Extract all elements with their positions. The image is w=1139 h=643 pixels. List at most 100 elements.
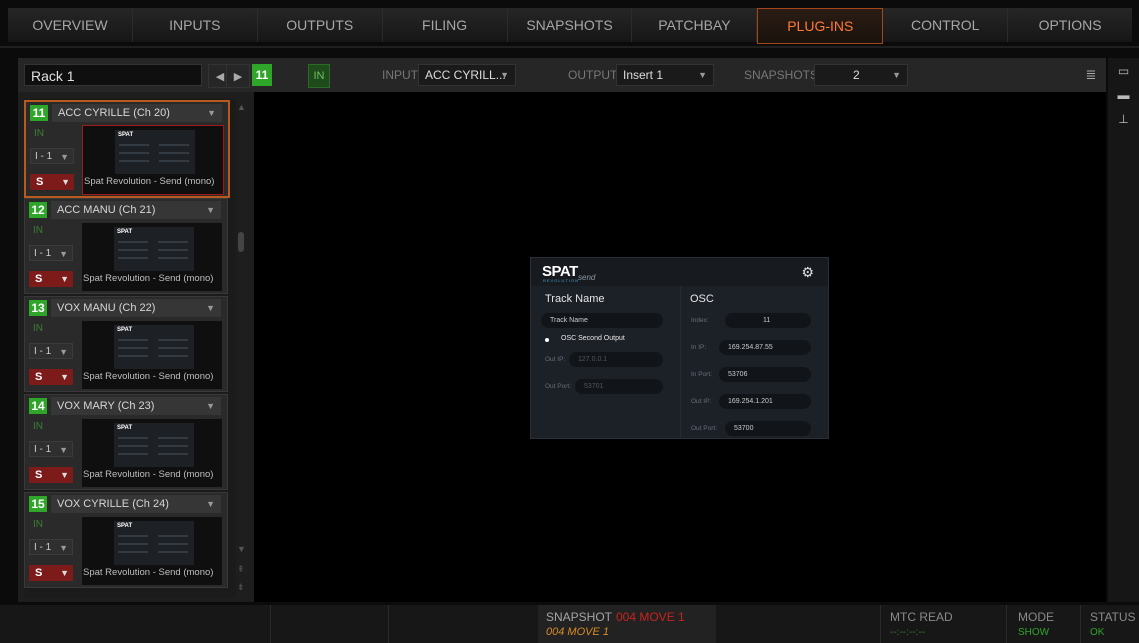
thumbnail-preview: SPAT [115,130,195,174]
snapshot-status[interactable]: SNAPSHOT 004 MOVE 1 004 MOVE 1 [538,605,716,643]
chevron-down-icon: ▼ [61,177,70,187]
tab-inputs[interactable]: INPUTS [132,8,258,42]
chevron-down-icon: ▼ [698,70,707,80]
out-port-label: Out Port: [691,425,718,432]
list-view-icon[interactable]: ≣ [1084,64,1098,86]
thumbnail-preview: SPAT [114,521,194,565]
slot-channel-name: ACC CYRILLE (Ch 20) [58,107,170,119]
plugin-slot[interactable]: 11 ACC CYRILLE (Ch 20) ▼ IN I - 1 ▼ S ▼ SPA… [24,100,230,198]
chevron-down-icon: ▼ [206,499,215,509]
folder-icon[interactable]: ▬ [1113,88,1135,106]
pin-icon[interactable]: ⊥ [1113,112,1135,130]
scroll-top-icon[interactable]: ⇞ [237,564,245,575]
next-slot-button[interactable]: ▶ [226,64,250,88]
chevron-down-icon: ▼ [59,347,68,357]
chevron-down-icon: ▼ [206,401,215,411]
slot-s-button[interactable]: S ▼ [30,174,74,190]
nav-divider [0,46,1139,48]
tab-control[interactable]: CONTROL [883,8,1009,42]
slot-io-select[interactable]: I - 1 ▼ [29,245,73,261]
plugin-name: Spat Revolution - Send (mono) [83,371,214,382]
slot-io-select[interactable]: I - 1 ▼ [29,441,73,457]
slot-s-button[interactable]: S ▼ [29,369,73,385]
chevron-down-icon: ▼ [207,108,216,118]
out-port-field[interactable]: 53700 [725,421,811,436]
left-out-port-field[interactable]: 53701 [575,379,663,394]
osc-heading: OSC [690,293,714,305]
snapshot-current: 004 MOVE 1 [616,610,685,624]
snapshots-select[interactable]: 2 ▼ [814,64,908,86]
output-select[interactable]: Insert 1 ▼ [616,64,714,86]
snapshots-label: SNAPSHOTS [744,68,819,82]
chevron-down-icon: ▼ [500,70,509,80]
slot-s-label: S [36,176,44,188]
gear-icon[interactable]: ⚙ [801,264,814,281]
column-divider [680,286,681,438]
slot-s-button[interactable]: S ▼ [29,565,73,581]
rack-toolbar: Rack 1 ◀ ▶ 11 IN INPUT ACC CYRILL... ▼ O… [18,58,1106,92]
mtc-value: --:--:--:-- [890,627,925,638]
slot-io-value: I - 1 [35,151,53,162]
chevron-down-icon: ▼ [60,470,69,480]
in-button[interactable]: IN [308,64,330,88]
slot-io-value: I - 1 [34,444,52,455]
slot-channel-select[interactable]: VOX CYRILLE (Ch 24) ▼ [51,495,221,513]
chevron-down-icon: ▼ [59,445,68,455]
thumbnail-logo: SPAT [117,425,133,431]
slot-channel-select[interactable]: ACC MANU (Ch 21) ▼ [51,201,221,219]
tab-options[interactable]: OPTIONS [1008,8,1133,42]
input-select[interactable]: ACC CYRILL... ▼ [418,64,516,86]
status-value: OK [1090,627,1105,638]
tab-plug-ins[interactable]: PLUG-INS [757,8,884,44]
slot-s-button[interactable]: S ▼ [29,467,73,483]
slot-channel-select[interactable]: VOX MARY (Ch 23) ▼ [51,397,221,415]
slot-in-button[interactable]: IN [33,225,43,236]
slot-io-select[interactable]: I - 1 ▼ [29,539,73,555]
plugin-slot[interactable]: 15 VOX CYRILLE (Ch 24) ▼ IN I - 1 ▼ S ▼ SPA… [24,492,228,588]
scroll-thumb[interactable] [238,232,244,252]
left-out-ip-field[interactable]: 127.0.0.1 [569,352,663,367]
chevron-down-icon: ▼ [60,152,69,162]
slot-in-button[interactable]: IN [34,128,44,139]
thumbnail-preview: SPAT [114,227,194,271]
slot-s-label: S [35,371,43,383]
slot-list-scrollbar[interactable]: ▲ ▼ ⇞ ⇟ [236,98,248,598]
slot-io-select[interactable]: I - 1 ▼ [30,148,74,164]
scroll-down-icon[interactable]: ▼ [237,544,246,554]
plugin-slot[interactable]: 14 VOX MARY (Ch 23) ▼ IN I - 1 ▼ S ▼ SPAT S… [24,394,228,490]
in-ip-field[interactable]: 169.254.87.55 [719,340,811,355]
plugin-slot[interactable]: 13 VOX MANU (Ch 22) ▼ IN I - 1 ▼ S ▼ SPAT S… [24,296,228,392]
left-out-port-label: Out Port: [545,383,572,390]
slot-io-select[interactable]: I - 1 ▼ [29,343,73,359]
slot-number-badge: 11 [30,105,48,121]
slot-in-button[interactable]: IN [33,519,43,530]
out-ip-field[interactable]: 169.254.1.201 [719,394,811,409]
rack-name-field[interactable]: Rack 1 [24,64,202,86]
slot-in-button[interactable]: IN [33,323,43,334]
slot-s-label: S [35,273,43,285]
tab-patchbay[interactable]: PATCHBAY [632,8,758,42]
slot-channel-name: VOX MANU (Ch 22) [57,302,156,314]
tab-overview[interactable]: OVERVIEW [8,8,133,42]
slot-number-badge: 14 [29,398,47,414]
slot-channel-select[interactable]: VOX MANU (Ch 22) ▼ [51,299,221,317]
slot-channel-select[interactable]: ACC CYRILLE (Ch 20) ▼ [52,104,222,122]
window-icon[interactable]: ▭ [1113,64,1135,82]
tab-filing[interactable]: FILING [382,8,508,42]
input-select-value: ACC CYRILL... [425,68,506,82]
in-port-field[interactable]: 53706 [719,367,811,382]
tab-outputs[interactable]: OUTPUTS [257,8,383,42]
track-name-field[interactable]: Track Name [541,313,663,328]
plugin-name: Spat Revolution - Send (mono) [83,469,214,480]
plugin-slot[interactable]: 12 ACC MANU (Ch 21) ▼ IN I - 1 ▼ S ▼ SPAT S… [24,198,228,294]
slot-io-value: I - 1 [34,346,52,357]
scroll-bottom-icon[interactable]: ⇟ [237,582,245,593]
slot-number-badge: 11 [252,64,272,86]
slot-s-button[interactable]: S ▼ [29,271,73,287]
snapshot-label: SNAPSHOT [546,610,613,624]
slot-in-button[interactable]: IN [33,421,43,432]
scroll-up-icon[interactable]: ▲ [237,102,246,112]
index-field[interactable]: 11 [725,313,811,328]
osc-second-output-toggle[interactable] [545,338,549,342]
tab-snapshots[interactable]: SNAPSHOTS [507,8,633,42]
